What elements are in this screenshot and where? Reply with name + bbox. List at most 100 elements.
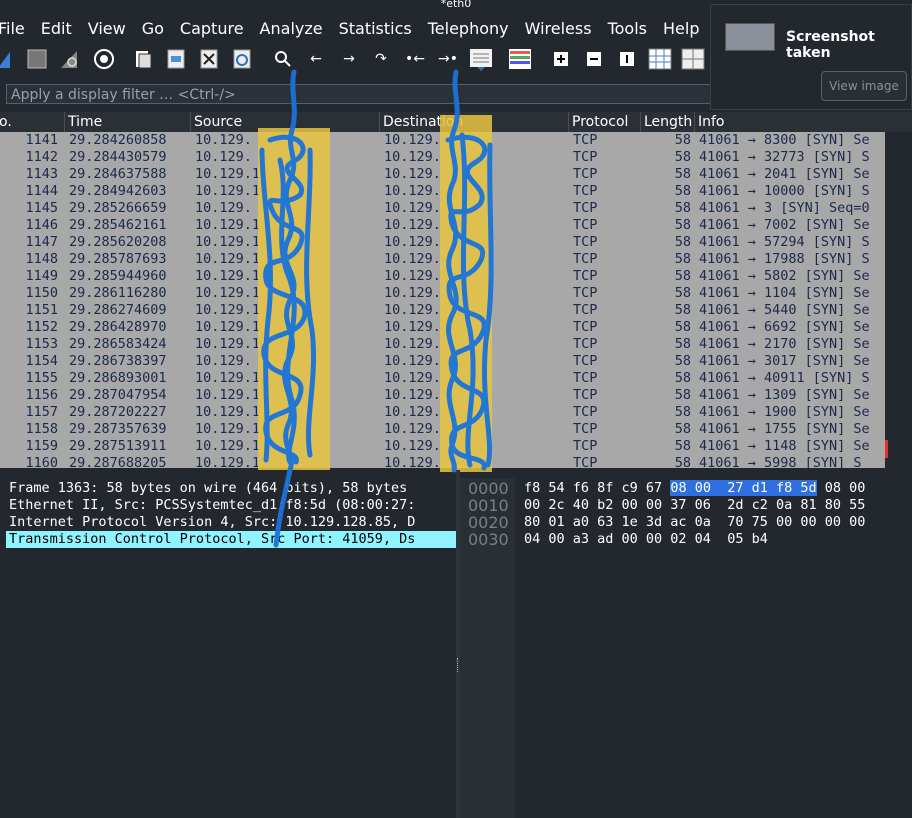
cell-length: 58 — [674, 132, 691, 148]
go-last-icon[interactable]: →• — [437, 48, 459, 70]
bytes-row-1[interactable]: 00 2c 40 b2 00 00 37 06 2d c2 0a 81 80 5… — [524, 497, 865, 514]
cell-length: 58 — [674, 455, 691, 468]
cell-info: 41061 → 5802 [SYN] Se — [699, 268, 870, 284]
cell-no: 1160 — [25, 455, 58, 468]
packet-list-scrollbar[interactable] — [885, 132, 912, 468]
menu-capture[interactable]: Capture — [180, 19, 244, 38]
screenshot-thumbnail[interactable] — [725, 23, 775, 51]
menu-telephony[interactable]: Telephony — [428, 19, 509, 38]
cell-no: 1142 — [25, 149, 58, 165]
cell-info: 41061 → 7002 [SYN] Se — [699, 217, 870, 233]
cell-time: 29.284637588 — [69, 166, 167, 182]
close-file-icon[interactable] — [198, 48, 220, 70]
cell-length: 58 — [674, 200, 691, 216]
view-image-button[interactable]: View image — [821, 71, 907, 101]
detail-frame[interactable]: Frame 1363: 58 bytes on wire (464 bits),… — [6, 480, 456, 497]
cell-no: 1159 — [25, 438, 58, 454]
open-file-icon[interactable] — [132, 48, 154, 70]
shark-fin-start-icon[interactable] — [0, 48, 18, 70]
menu-edit[interactable]: Edit — [41, 19, 72, 38]
cell-time: 29.286116280 — [69, 285, 167, 301]
col-header-protocol[interactable]: Protocol — [569, 112, 641, 132]
cell-protocol: TCP — [573, 217, 598, 233]
cell-length: 58 — [674, 387, 691, 403]
autoscroll-icon[interactable] — [469, 48, 493, 71]
cell-protocol: TCP — [573, 370, 598, 386]
zoom-out-icon[interactable] — [583, 48, 605, 70]
cell-length: 58 — [674, 268, 691, 284]
cell-protocol: TCP — [573, 319, 598, 335]
cell-info: 41061 → 1900 [SYN] Se — [699, 404, 870, 420]
cell-time: 29.286583424 — [69, 336, 167, 352]
menu-tools[interactable]: Tools — [608, 19, 647, 38]
cell-info: 41061 → 1104 [SYN] Se — [699, 285, 870, 301]
layout-icon[interactable] — [681, 48, 705, 70]
notification-title: Screenshot taken — [786, 29, 875, 61]
zoom-in-icon[interactable] — [550, 48, 572, 70]
cell-time: 29.286274609 — [69, 302, 167, 318]
cell-info: 41061 → 17988 [SYN] S — [699, 251, 870, 267]
go-to-packet-icon[interactable]: ↷ — [370, 48, 392, 70]
menu-go[interactable]: Go — [142, 19, 164, 38]
bytes-row-3[interactable]: 04 00 a3 ad 00 00 02 04 05 b4 — [524, 531, 768, 548]
bytes-row-0-b: 08 00 — [816, 480, 866, 496]
cell-protocol: TCP — [573, 285, 598, 301]
cell-length: 58 — [674, 438, 691, 454]
cell-time: 29.287047954 — [69, 387, 167, 403]
packet-bytes-pane[interactable]: f8 54 f6 8f c9 67 08 00 27 d1 f8 5d 08 0… — [515, 478, 912, 818]
menu-help[interactable]: Help — [663, 19, 699, 38]
cell-info: 41061 → 32773 [SYN] S — [699, 149, 870, 165]
menu-statistics[interactable]: Statistics — [339, 19, 412, 38]
col-header-no[interactable]: o. — [0, 112, 65, 132]
cell-protocol: TCP — [573, 268, 598, 284]
cell-time: 29.287688205 — [69, 455, 167, 468]
cell-info: 41061 → 1755 [SYN] Se — [699, 421, 870, 437]
col-header-info[interactable]: Info — [695, 112, 912, 132]
normal-size-icon[interactable] — [616, 48, 638, 70]
resize-columns-icon[interactable] — [648, 48, 672, 70]
cell-length: 58 — [674, 370, 691, 386]
cell-time: 29.284942603 — [69, 183, 167, 199]
cell-no: 1153 — [25, 336, 58, 352]
cell-length: 58 — [674, 353, 691, 369]
find-packet-icon[interactable] — [272, 48, 294, 70]
screenshot-notification: Screenshot taken View image — [710, 4, 912, 110]
cell-length: 58 — [674, 149, 691, 165]
col-header-time[interactable]: Time — [65, 112, 191, 132]
packet-details-pane: Frame 1363: 58 bytes on wire (464 bits),… — [0, 478, 456, 818]
bytes-highlight: 08 00 27 d1 f8 5d — [670, 480, 817, 496]
cell-time: 29.286893001 — [69, 370, 167, 386]
menu-analyze[interactable]: Analyze — [260, 19, 323, 38]
bytes-row-2[interactable]: 80 01 a0 63 1e 3d ac 0a 70 75 00 00 00 0… — [524, 514, 865, 531]
save-file-icon[interactable] — [165, 48, 187, 70]
cell-info: 41061 → 3 [SYN] Seq=0 — [699, 200, 870, 216]
detail-tcp[interactable]: Transmission Control Protocol, Src Port:… — [6, 531, 456, 548]
cell-length: 58 — [674, 234, 691, 250]
cell-no: 1147 — [25, 234, 58, 250]
bytes-row-0[interactable]: f8 54 f6 8f c9 67 08 00 27 d1 f8 5d 08 0… — [524, 480, 865, 497]
go-first-icon[interactable]: •← — [404, 48, 426, 70]
stop-capture-icon[interactable] — [26, 48, 48, 70]
restart-capture-icon[interactable] — [59, 48, 81, 70]
cell-protocol: TCP — [573, 387, 598, 403]
capture-options-icon[interactable] — [93, 48, 115, 70]
go-forward-icon[interactable]: → — [338, 48, 360, 70]
colorize-icon[interactable] — [508, 48, 532, 70]
cell-no: 1150 — [25, 285, 58, 301]
col-header-length[interactable]: Length — [641, 112, 695, 132]
cell-time: 29.285266659 — [69, 200, 167, 216]
cell-length: 58 — [674, 336, 691, 352]
go-back-icon[interactable]: ← — [305, 48, 327, 70]
cell-info: 41061 → 40911 [SYN] S — [699, 370, 870, 386]
detail-ethernet[interactable]: Ethernet II, Src: PCSSystemtec_d1:f8:5d … — [6, 497, 456, 514]
cell-protocol: TCP — [573, 149, 598, 165]
menu-file[interactable]: File — [0, 19, 25, 38]
detail-ipv4[interactable]: Internet Protocol Version 4, Src: 10.129… — [6, 514, 456, 531]
offset-0010: 0010 — [468, 496, 509, 515]
cell-protocol: TCP — [573, 132, 598, 148]
cell-length: 58 — [674, 404, 691, 420]
cell-protocol: TCP — [573, 404, 598, 420]
menu-view[interactable]: View — [88, 19, 126, 38]
menu-wireless[interactable]: Wireless — [525, 19, 592, 38]
reload-file-icon[interactable] — [231, 48, 253, 70]
